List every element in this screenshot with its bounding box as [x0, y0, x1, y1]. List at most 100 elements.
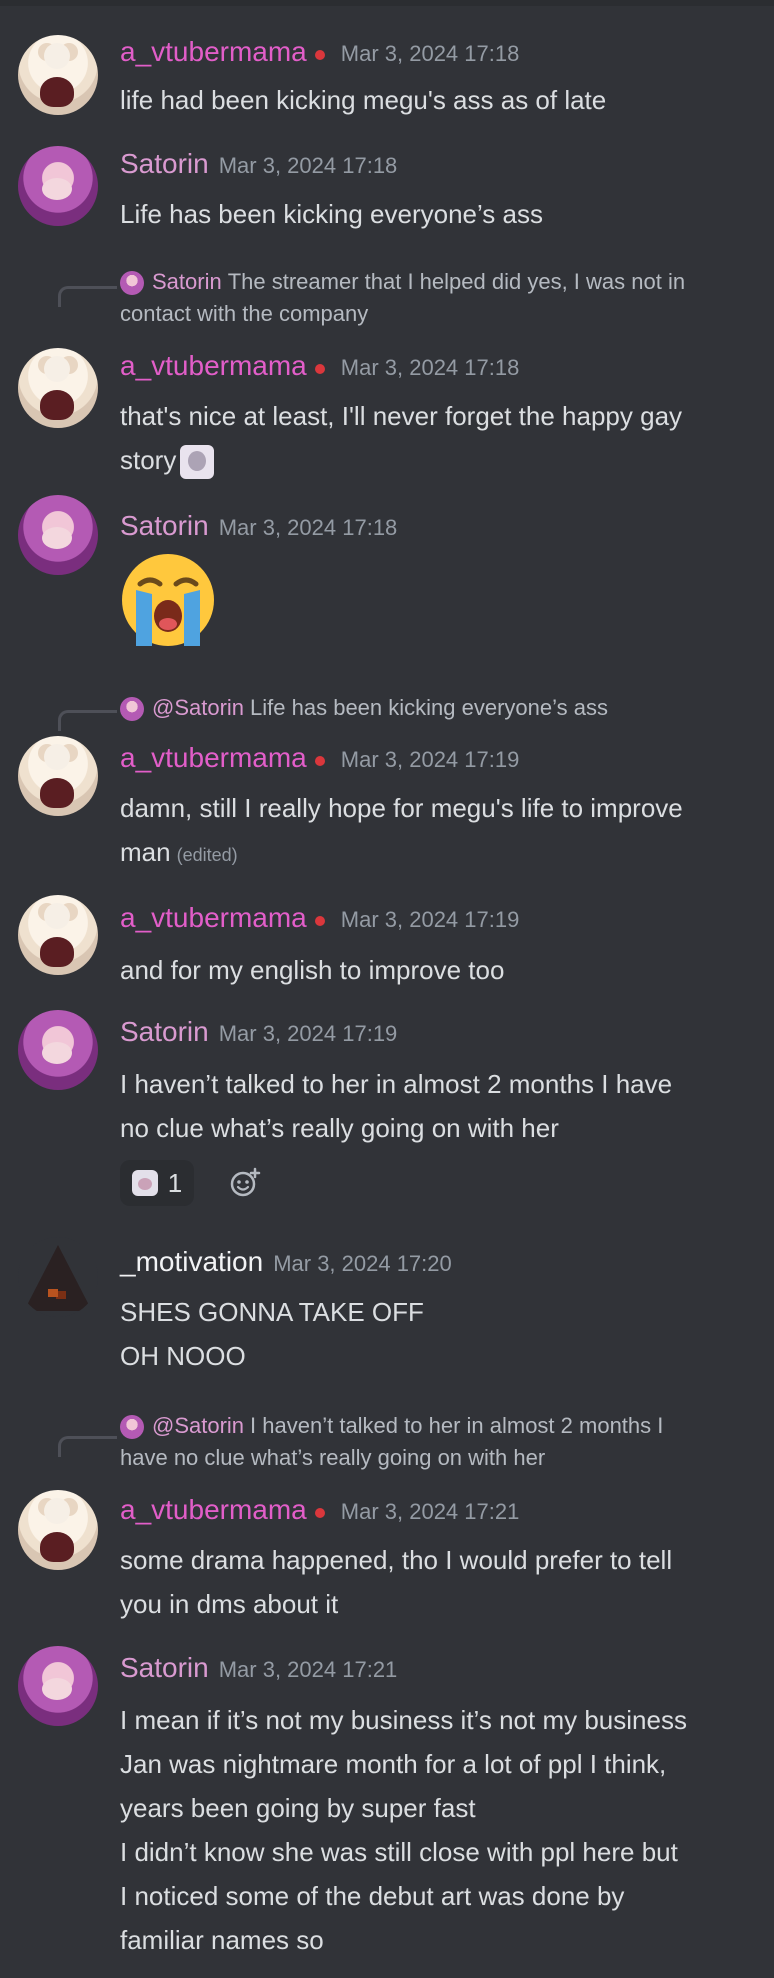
- author-name[interactable]: Satorin: [120, 148, 209, 179]
- message-line: years been going by super fast: [120, 1793, 476, 1823]
- message-line: I didn’t know she was still close with p…: [120, 1837, 678, 1867]
- custom-emoji-icon: [131, 1170, 158, 1196]
- reply-line: @Satorin Life has been kicking everyone’s…: [120, 692, 768, 724]
- reply-connector: [58, 286, 117, 307]
- message-line: no clue what’s really going on with her: [120, 1113, 559, 1143]
- reply-line: Satorin The streamer that I helped did ye…: [120, 266, 768, 298]
- author-name[interactable]: a_vtubermama: [120, 742, 307, 773]
- timestamp: Mar 3, 2024 17:18: [340, 355, 520, 380]
- message-text: Life has been kicking everyone’s ass: [120, 192, 762, 236]
- message-line: man (edited): [120, 837, 238, 867]
- previous-message-edge: [0, 0, 774, 6]
- timestamp: Mar 3, 2024 17:18: [218, 153, 398, 178]
- reply-author[interactable]: @Satorin: [152, 1413, 244, 1438]
- avatar[interactable]: [18, 736, 98, 816]
- avatar[interactable]: [18, 348, 98, 428]
- status-dot-icon: [314, 1508, 325, 1519]
- author-name[interactable]: Satorin: [120, 1652, 209, 1683]
- message-text: and for my english to improve too: [120, 948, 762, 992]
- message-header: Satorin Mar 3, 2024 17:19: [120, 1016, 397, 1048]
- author-name[interactable]: Satorin: [120, 1016, 209, 1047]
- avatar[interactable]: [18, 895, 98, 975]
- reply-preview[interactable]: @Satorin I haven’t talked to her in almos…: [120, 1410, 768, 1474]
- status-dot-icon: [314, 364, 325, 375]
- timestamp: Mar 3, 2024 17:19: [218, 1021, 398, 1046]
- timestamp: Mar 3, 2024 17:21: [218, 1657, 398, 1682]
- message-text: damn, still I really hope for megu's lif…: [120, 786, 762, 877]
- avatar[interactable]: [18, 1010, 98, 1090]
- message-header: Satorin Mar 3, 2024 17:21: [120, 1652, 397, 1684]
- message-line: you in dms about it: [120, 1589, 339, 1619]
- message-line: and for my english to improve too: [120, 955, 505, 985]
- message-header: a_vtubermama Mar 3, 2024 17:18: [120, 36, 519, 68]
- reply-preview[interactable]: Satorin The streamer that I helped did ye…: [120, 266, 768, 330]
- reply-connector: [58, 1436, 117, 1457]
- reply-text: contact with the company: [120, 301, 369, 326]
- author-name[interactable]: Satorin: [120, 510, 209, 541]
- message-line: Jan was nightmare month for a lot of ppl…: [120, 1749, 667, 1779]
- message-line: some drama happened, tho I would prefer …: [120, 1545, 673, 1575]
- message-line: that's nice at least, I'll never forget …: [120, 401, 683, 431]
- reply-connector: [58, 710, 117, 731]
- reply-avatar: [120, 271, 144, 296]
- avatar[interactable]: [18, 1646, 98, 1726]
- timestamp: Mar 3, 2024 17:21: [340, 1499, 520, 1524]
- loudly-crying-face-icon[interactable]: [118, 550, 218, 650]
- message-line: SHES GONNA TAKE OFF: [120, 1297, 424, 1327]
- reply-text: have no clue what’s really going on with…: [120, 1445, 546, 1470]
- author-name[interactable]: _motivation: [120, 1246, 263, 1277]
- message-line: damn, still I really hope for megu's lif…: [120, 793, 683, 823]
- custom-emoji-icon[interactable]: [180, 445, 215, 480]
- avatar[interactable]: [18, 35, 98, 115]
- status-dot-icon: [314, 916, 325, 927]
- message-line: Life has been kicking everyone’s ass: [120, 199, 543, 229]
- reply-line: @Satorin I haven’t talked to her in almos…: [120, 1410, 768, 1442]
- timestamp: Mar 3, 2024 17:19: [340, 747, 520, 772]
- message-line: story: [120, 438, 762, 482]
- avatar[interactable]: [18, 1237, 98, 1317]
- reply-avatar: [120, 1415, 144, 1440]
- message-header: a_vtubermama Mar 3, 2024 17:19: [120, 742, 519, 774]
- message-text: SHES GONNA TAKE OFF OH NOOO: [120, 1290, 762, 1378]
- author-name[interactable]: a_vtubermama: [120, 350, 307, 381]
- reply-avatar: [120, 697, 144, 722]
- status-dot-icon: [314, 50, 325, 61]
- author-name[interactable]: a_vtubermama: [120, 902, 307, 933]
- message-text: some drama happened, tho I would prefer …: [120, 1538, 762, 1626]
- timestamp: Mar 3, 2024 17:18: [340, 41, 520, 66]
- message-line: life had been kicking megu's ass as of l…: [120, 85, 607, 115]
- status-dot-icon: [314, 756, 325, 767]
- avatar[interactable]: [18, 1490, 98, 1570]
- author-name[interactable]: a_vtubermama: [120, 1494, 307, 1525]
- message-header: Satorin Mar 3, 2024 17:18: [120, 148, 397, 180]
- edited-label: (edited): [176, 845, 238, 865]
- reply-author[interactable]: @Satorin: [152, 695, 244, 720]
- reply-author[interactable]: Satorin: [152, 269, 222, 294]
- message-line: I mean if it’s not my business it’s not …: [120, 1705, 687, 1735]
- message-line: I noticed some of the debut art was done…: [120, 1881, 625, 1911]
- message-header: Satorin Mar 3, 2024 17:18: [120, 510, 397, 542]
- message-text: I mean if it’s not my business it’s not …: [120, 1698, 762, 1962]
- message-text: that's nice at least, I'll never forget …: [120, 394, 762, 482]
- message-header: _motivation Mar 3, 2024 17:20: [120, 1246, 452, 1278]
- timestamp: Mar 3, 2024 17:20: [273, 1251, 452, 1276]
- avatar[interactable]: [18, 146, 98, 226]
- message-line: OH NOOO: [120, 1341, 246, 1371]
- reply-preview[interactable]: @Satorin Life has been kicking everyone’s…: [120, 692, 768, 724]
- timestamp: Mar 3, 2024 17:18: [218, 515, 398, 540]
- add-reaction-icon[interactable]: [228, 1166, 262, 1200]
- author-name[interactable]: a_vtubermama: [120, 36, 307, 67]
- message-header: a_vtubermama Mar 3, 2024 17:18: [120, 350, 519, 382]
- message-header: a_vtubermama Mar 3, 2024 17:19: [120, 902, 519, 934]
- message-text: life had been kicking megu's ass as of l…: [120, 78, 762, 122]
- reaction-count: 1: [167, 1167, 183, 1198]
- message-header: a_vtubermama Mar 3, 2024 17:21: [120, 1494, 519, 1526]
- message-line: I haven’t talked to her in almost 2 mont…: [120, 1069, 673, 1099]
- timestamp: Mar 3, 2024 17:19: [340, 907, 520, 932]
- reply-text: I haven’t talked to her in almost 2 mont…: [250, 1413, 664, 1438]
- message-text: I haven’t talked to her in almost 2 mont…: [120, 1062, 762, 1150]
- reply-text: Life has been kicking everyone’s ass: [250, 695, 608, 720]
- message-line: familiar names so: [120, 1925, 324, 1955]
- reaction-button[interactable]: 1: [120, 1160, 194, 1206]
- avatar[interactable]: [18, 495, 98, 575]
